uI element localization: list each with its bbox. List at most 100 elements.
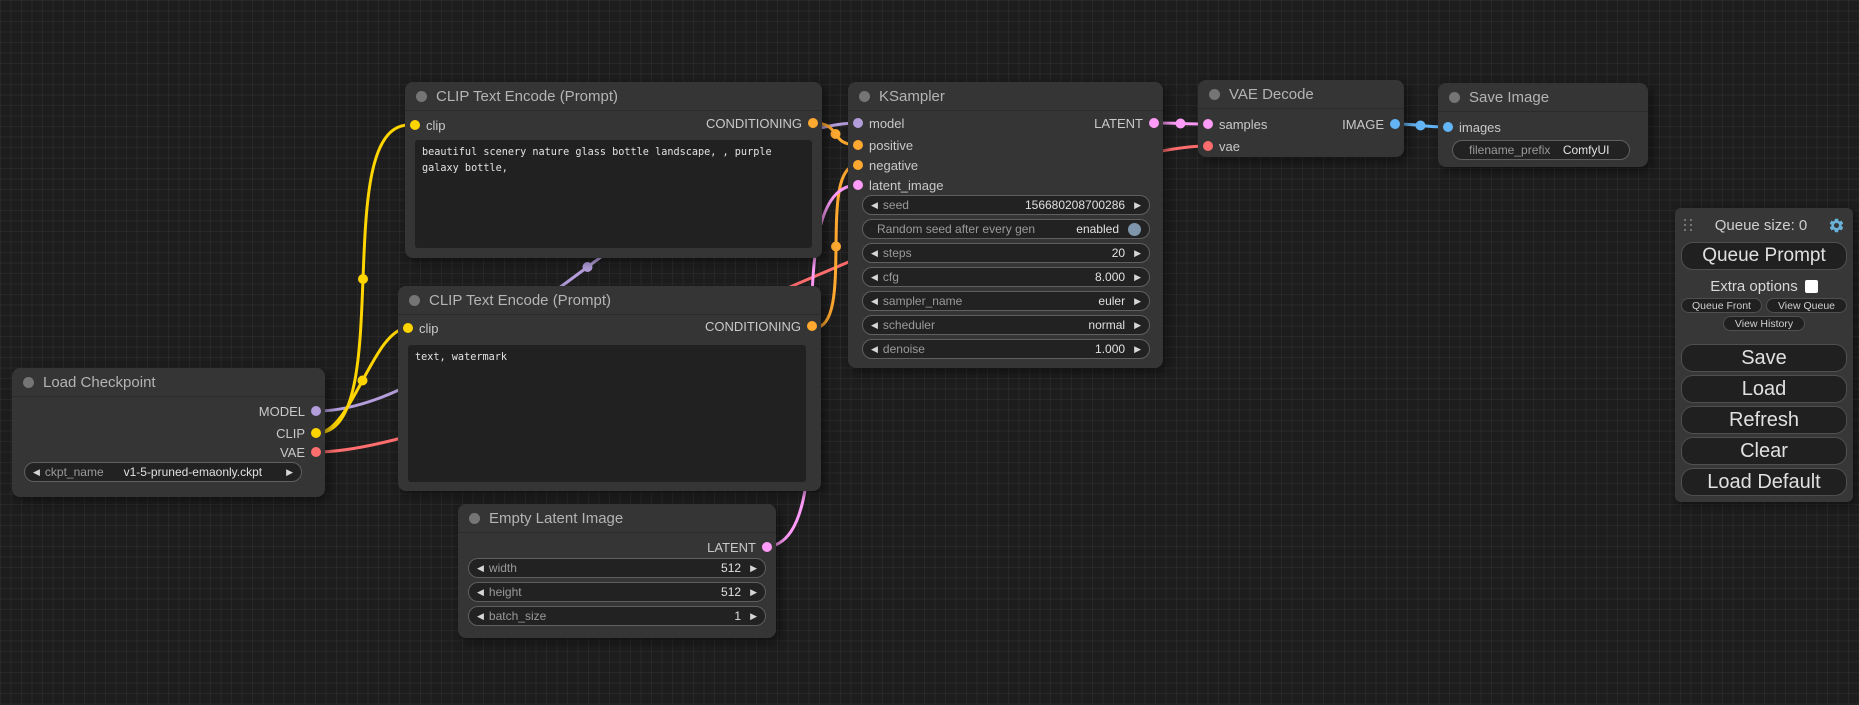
node-clip-text-encode-negative[interactable]: CLIP Text Encode (Prompt) clip CONDITION… (398, 286, 821, 491)
output-slot-vae[interactable]: VAE (280, 444, 321, 460)
load-default-button[interactable]: Load Default (1681, 468, 1847, 496)
input-dot-negative[interactable] (853, 160, 863, 170)
collapse-dot-icon[interactable] (23, 377, 34, 388)
input-slot-vae[interactable]: vae (1203, 138, 1240, 154)
input-slot-images[interactable]: images (1443, 119, 1501, 135)
increment-arrow-icon[interactable] (1134, 249, 1141, 258)
view-queue-button[interactable]: View Queue (1766, 298, 1847, 313)
queue-front-button[interactable]: Queue Front (1681, 298, 1762, 313)
node-header[interactable]: Load Checkpoint (12, 368, 325, 397)
refresh-button[interactable]: Refresh (1681, 406, 1847, 434)
collapse-dot-icon[interactable] (1449, 92, 1460, 103)
node-header[interactable]: VAE Decode (1198, 80, 1404, 109)
steps-widget[interactable]: steps 20 (862, 243, 1150, 263)
collapse-dot-icon[interactable] (859, 91, 870, 102)
decrement-arrow-icon[interactable] (33, 468, 40, 477)
input-slot-negative[interactable]: negative (853, 157, 918, 173)
node-header[interactable]: CLIP Text Encode (Prompt) (398, 286, 821, 315)
collapse-dot-icon[interactable] (469, 513, 480, 524)
node-empty-latent-image[interactable]: Empty Latent Image LATENT width 512 heig… (458, 504, 776, 638)
collapse-dot-icon[interactable] (409, 295, 420, 306)
decrement-arrow-icon[interactable] (871, 201, 878, 210)
increment-arrow-icon[interactable] (750, 588, 757, 597)
increment-arrow-icon[interactable] (286, 468, 293, 477)
denoise-widget[interactable]: denoise 1.000 (862, 339, 1150, 359)
batch-size-widget[interactable]: batch_size 1 (468, 606, 766, 626)
node-clip-text-encode-positive[interactable]: CLIP Text Encode (Prompt) clip CONDITION… (405, 82, 822, 258)
collapse-dot-icon[interactable] (1209, 89, 1220, 100)
input-dot-samples[interactable] (1203, 119, 1213, 129)
output-dot-latent[interactable] (1149, 118, 1159, 128)
decrement-arrow-icon[interactable] (871, 345, 878, 354)
load-button[interactable]: Load (1681, 375, 1847, 403)
increment-arrow-icon[interactable] (1134, 345, 1141, 354)
decrement-arrow-icon[interactable] (477, 588, 484, 597)
decrement-arrow-icon[interactable] (477, 612, 484, 621)
input-dot-images[interactable] (1443, 122, 1453, 132)
output-dot-conditioning[interactable] (807, 321, 817, 331)
seed-widget[interactable]: seed 156680208700286 (862, 195, 1150, 215)
cfg-widget[interactable]: cfg 8.000 (862, 267, 1150, 287)
output-slot-latent[interactable]: LATENT (1094, 115, 1159, 131)
drag-handle-icon[interactable] (1684, 219, 1694, 232)
input-dot-positive[interactable] (853, 140, 863, 150)
increment-arrow-icon[interactable] (1134, 321, 1141, 330)
output-dot-clip[interactable] (311, 428, 321, 438)
input-slot-clip[interactable]: clip (403, 320, 439, 336)
decrement-arrow-icon[interactable] (871, 297, 878, 306)
node-save-image[interactable]: Save Image images filename_prefix ComfyU… (1438, 83, 1648, 167)
input-dot-model[interactable] (853, 118, 863, 128)
decrement-arrow-icon[interactable] (871, 249, 878, 258)
output-dot-model[interactable] (311, 406, 321, 416)
input-slot-model[interactable]: model (853, 115, 904, 131)
input-dot-clip[interactable] (403, 323, 413, 333)
increment-arrow-icon[interactable] (1134, 273, 1141, 282)
width-widget[interactable]: width 512 (468, 558, 766, 578)
node-graph-canvas[interactable]: Load Checkpoint MODEL CLIP VAE ckpt_name… (0, 0, 1859, 705)
filename-prefix-widget[interactable]: filename_prefix ComfyUI (1452, 140, 1630, 160)
node-ksampler[interactable]: KSampler model positive negative latent_… (848, 82, 1163, 368)
output-slot-model[interactable]: MODEL (259, 403, 321, 419)
decrement-arrow-icon[interactable] (477, 564, 484, 573)
ckpt-name-widget[interactable]: ckpt_name v1-5-pruned-emaonly.ckpt (24, 462, 302, 482)
increment-arrow-icon[interactable] (1134, 297, 1141, 306)
sampler-name-widget[interactable]: sampler_name euler (862, 291, 1150, 311)
random-seed-toggle-widget[interactable]: Random seed after every gen enabled (862, 219, 1150, 239)
scheduler-widget[interactable]: scheduler normal (862, 315, 1150, 335)
height-widget[interactable]: height 512 (468, 582, 766, 602)
decrement-arrow-icon[interactable] (871, 273, 878, 282)
decrement-arrow-icon[interactable] (871, 321, 878, 330)
output-slot-latent[interactable]: LATENT (707, 539, 772, 555)
output-dot-conditioning[interactable] (808, 118, 818, 128)
output-dot-vae[interactable] (311, 447, 321, 457)
save-button[interactable]: Save (1681, 344, 1847, 372)
output-slot-conditioning[interactable]: CONDITIONING (706, 115, 818, 131)
node-header[interactable]: Empty Latent Image (458, 504, 776, 533)
node-header[interactable]: KSampler (848, 82, 1163, 111)
extra-options-checkbox[interactable] (1805, 280, 1818, 293)
output-dot-latent[interactable] (762, 542, 772, 552)
input-slot-latent-image[interactable]: latent_image (853, 177, 943, 193)
input-dot-clip[interactable] (410, 120, 420, 130)
toggle-circle-icon[interactable] (1128, 223, 1141, 236)
view-history-button[interactable]: View History (1723, 316, 1805, 331)
increment-arrow-icon[interactable] (750, 564, 757, 573)
prompt-textarea[interactable]: text, watermark (408, 345, 806, 482)
node-load-checkpoint[interactable]: Load Checkpoint MODEL CLIP VAE ckpt_name… (12, 368, 325, 497)
clear-button[interactable]: Clear (1681, 437, 1847, 465)
input-dot-vae[interactable] (1203, 141, 1213, 151)
output-dot-image[interactable] (1390, 119, 1400, 129)
output-slot-conditioning[interactable]: CONDITIONING (705, 318, 817, 334)
settings-gear-icon[interactable] (1828, 217, 1845, 234)
node-header[interactable]: Save Image (1438, 83, 1648, 112)
increment-arrow-icon[interactable] (750, 612, 757, 621)
input-slot-clip[interactable]: clip (410, 117, 446, 133)
output-slot-clip[interactable]: CLIP (276, 425, 321, 441)
node-header[interactable]: CLIP Text Encode (Prompt) (405, 82, 822, 111)
input-slot-positive[interactable]: positive (853, 137, 913, 153)
collapse-dot-icon[interactable] (416, 91, 427, 102)
input-dot-latent-image[interactable] (853, 180, 863, 190)
queue-prompt-button[interactable]: Queue Prompt (1681, 242, 1847, 270)
increment-arrow-icon[interactable] (1134, 201, 1141, 210)
node-vae-decode[interactable]: VAE Decode samples vae IMAGE (1198, 80, 1404, 157)
